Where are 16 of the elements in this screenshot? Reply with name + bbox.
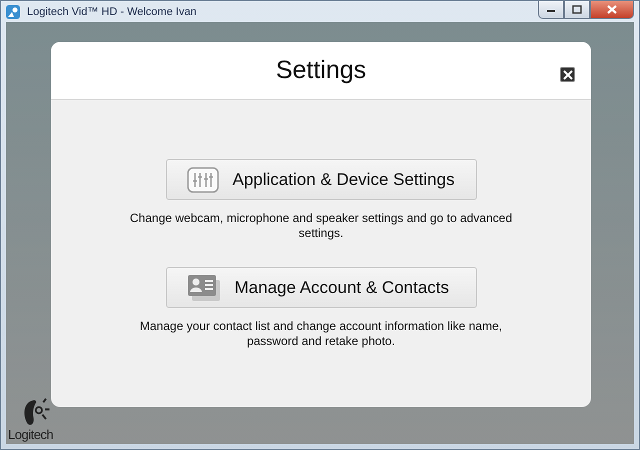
window-title: Logitech Vid™ HD - Welcome Ivan [27,6,198,18]
option-description: Change webcam, microphone and speaker settings and go to advanced settings. [128,211,514,241]
app-icon [5,4,21,20]
sliders-icon [186,166,218,192]
settings-option-button[interactable]: Manage Account & Contacts [166,267,476,308]
minimize-button[interactable] [538,1,564,19]
option-description: Manage your contact list and change account information like name, password and retake photo. [138,319,504,349]
close-icon [606,5,618,14]
brand-name: Logitech [8,427,54,442]
close-button[interactable] [560,67,575,82]
close-icon [562,70,572,80]
dialog-title: Settings [276,56,366,85]
maximize-button[interactable] [564,1,590,19]
settings-option-button[interactable]: Application & Device Settings [166,159,476,200]
maximize-icon [572,5,582,14]
contact-card-icon [186,274,220,302]
